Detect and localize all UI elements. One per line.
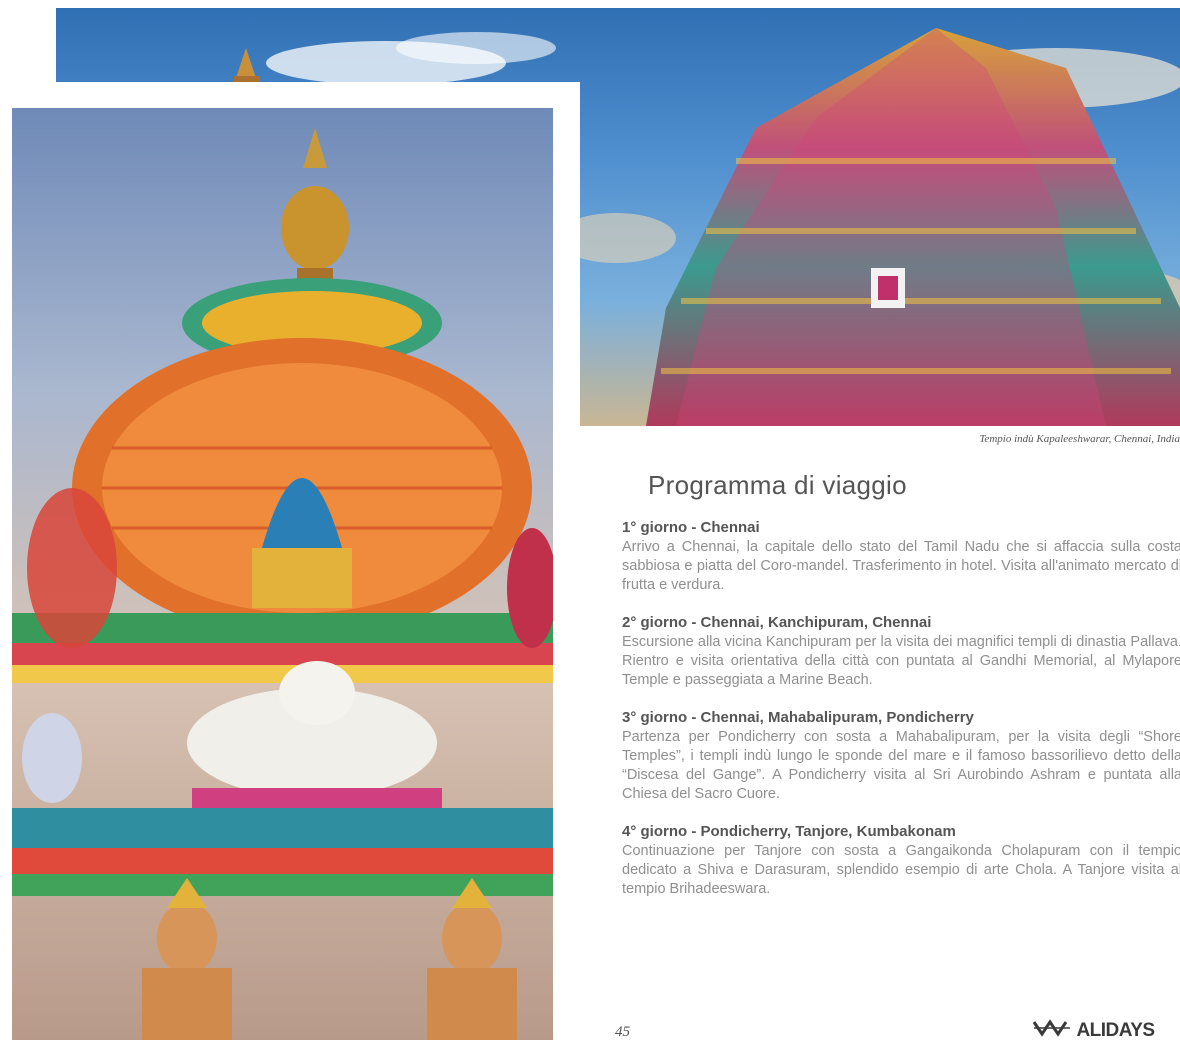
travel-program: Programma di viaggio 1° giorno - Chennai…: [622, 470, 1180, 918]
day-section: 2° giorno - Chennai, Kanchipuram, Chenna…: [622, 614, 1180, 690]
day-title: 2° giorno - Chennai, Kanchipuram, Chenna…: [622, 614, 932, 631]
day-title: 3° giorno - Chennai, Mahabalipuram, Pond…: [622, 709, 974, 726]
program-title: Programma di viaggio: [648, 470, 907, 500]
page-number: 45: [615, 1024, 630, 1040]
day-title: 4° giorno - Pondicherry, Tanjore, Kumbak…: [622, 823, 956, 840]
day-section: 4° giorno - Pondicherry, Tanjore, Kumbak…: [622, 823, 1180, 899]
day-description: Partenza per Pondicherry con sosta a Mah…: [622, 729, 1180, 802]
photo-caption: Tempio indù Kapaleeshwarar, Chennai, Ind…: [979, 433, 1180, 445]
day-section: 1° giorno - Chennai Arrivo a Chennai, la…: [622, 519, 1180, 595]
day-title: 1° giorno - Chennai: [622, 519, 760, 536]
day-section: 3° giorno - Chennai, Mahabalipuram, Pond…: [622, 709, 1180, 804]
alidays-logo-icon: [1032, 1018, 1072, 1040]
temple-dome-photo: [12, 108, 553, 1040]
day-description: Arrivo a Chennai, la capitale dello stat…: [622, 539, 1180, 593]
logo-text: ALIDAYS: [1076, 1019, 1155, 1041]
alidays-logo: ALIDAYS: [1032, 1018, 1180, 1040]
day-description: Escursione alla vicina Kanchipuram per l…: [622, 634, 1180, 688]
day-description: Continuazione per Tanjore con sosta a Ga…: [622, 843, 1180, 897]
